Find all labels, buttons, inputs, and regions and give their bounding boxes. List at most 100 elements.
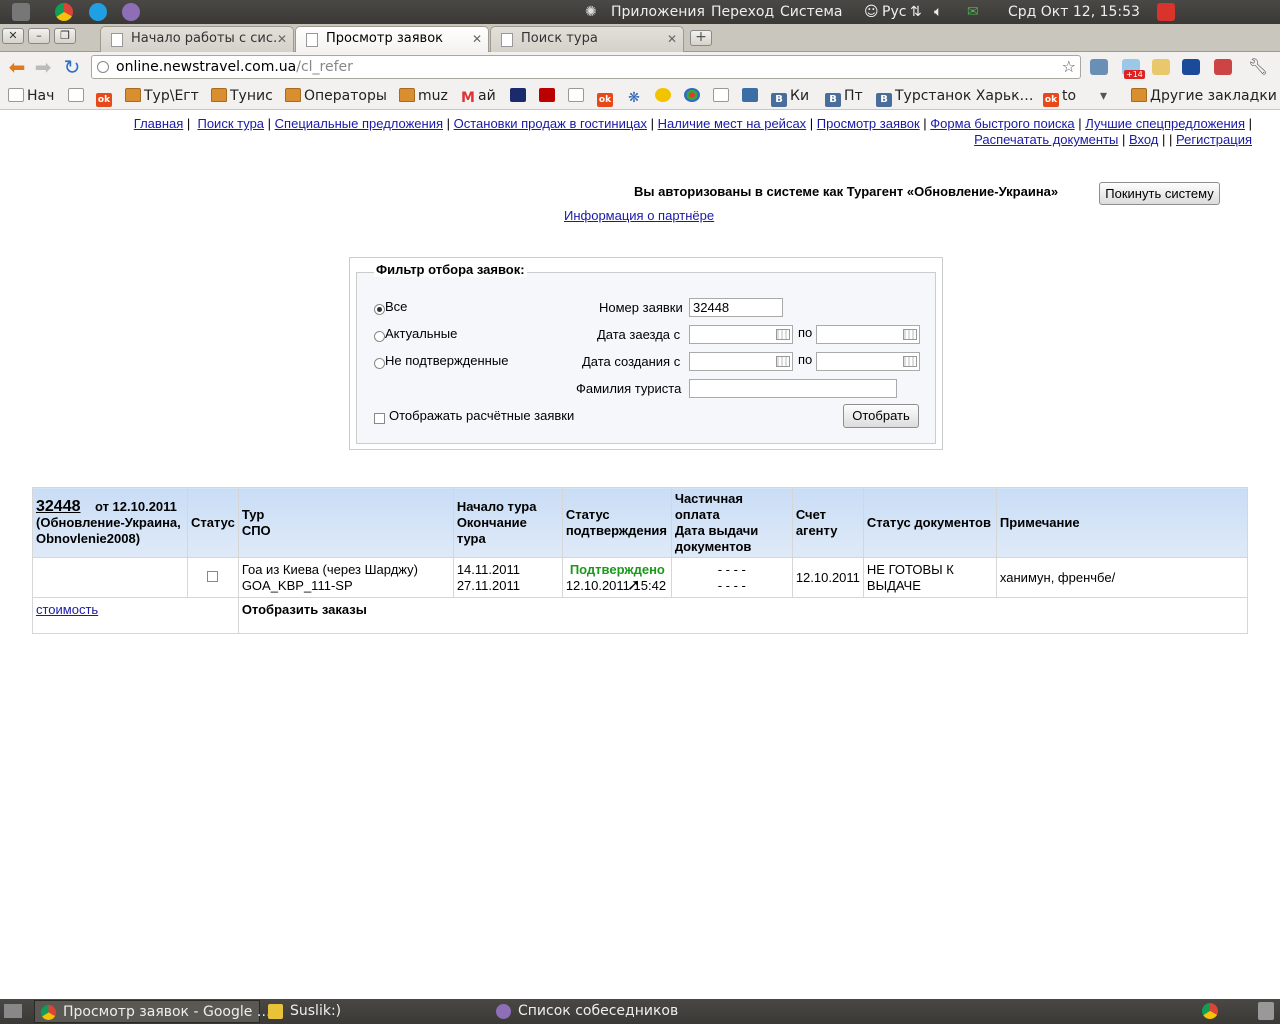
chrome-launcher-icon[interactable] bbox=[55, 3, 73, 21]
radio-all[interactable] bbox=[374, 304, 385, 315]
new-tab-button[interactable]: + bbox=[690, 30, 712, 46]
taskbar-item-chrome[interactable]: Просмотр заявок - Google … bbox=[34, 1000, 271, 1023]
bookmarks-overflow-chevron-icon[interactable]: ▾ bbox=[1100, 82, 1107, 110]
skype-launcher-icon[interactable] bbox=[89, 3, 107, 21]
bookmark-smile[interactable] bbox=[655, 82, 674, 110]
order-number-label: Номер заявки bbox=[599, 300, 683, 315]
row-status-checkbox[interactable] bbox=[207, 570, 219, 582]
volume-icon[interactable]: 🔈︎ bbox=[934, 0, 942, 24]
power-icon[interactable] bbox=[1157, 3, 1175, 21]
bookmark-ai[interactable]: Mай bbox=[461, 82, 496, 110]
tab-close-icon[interactable]: ✕ bbox=[667, 27, 677, 51]
bookmark-dots[interactable] bbox=[684, 82, 703, 110]
bookmark-ki[interactable]: B Ки bbox=[771, 82, 809, 110]
taskbar-item-buddy-list[interactable]: Список собеседников bbox=[490, 1000, 716, 1023]
bookmark-operators[interactable]: Операторы bbox=[285, 82, 387, 110]
menu-applications[interactable]: Приложения bbox=[611, 0, 705, 24]
nav-login[interactable]: Вход bbox=[1129, 132, 1158, 147]
header-partial-payment: Частичная оплата Дата выдачи документов bbox=[670, 487, 793, 558]
tab-close-icon[interactable]: ✕ bbox=[277, 27, 287, 51]
creation-date-to-input[interactable] bbox=[816, 352, 920, 371]
bookmark-pt[interactable]: B Пт bbox=[825, 82, 863, 110]
window-close-button[interactable]: ✕ bbox=[2, 28, 24, 44]
trash-icon[interactable] bbox=[1258, 1002, 1274, 1020]
nav-orders-view[interactable]: Просмотр заявок bbox=[817, 116, 920, 131]
nav-home[interactable]: Главная bbox=[134, 116, 183, 131]
nav-tour-search[interactable]: Поиск тура bbox=[197, 116, 264, 131]
logout-button[interactable]: Покинуть систему bbox=[1099, 182, 1220, 205]
nav-special-offers[interactable]: Специальные предложения bbox=[275, 116, 443, 131]
partner-info-link[interactable]: Информация о партнёре bbox=[564, 208, 714, 223]
menu-places[interactable]: Переход bbox=[711, 0, 774, 24]
nav-print-docs[interactable]: Распечатать документы bbox=[974, 132, 1118, 147]
bookmark-snow[interactable]: ❋ bbox=[626, 82, 645, 110]
cost-link[interactable]: стоимость bbox=[36, 602, 98, 617]
window-minimize-button[interactable]: – bbox=[28, 28, 50, 44]
calendar-icon[interactable] bbox=[776, 329, 790, 340]
filter-submit-button[interactable]: Отобрать bbox=[843, 404, 919, 428]
bookmark-bird[interactable] bbox=[510, 82, 529, 110]
nav-best-offers[interactable]: Лучшие спецпредложения bbox=[1085, 116, 1245, 131]
forward-arrow-icon[interactable]: ➡ bbox=[31, 56, 55, 78]
taskbar-item-suslik[interactable]: Suslik:) bbox=[262, 1000, 488, 1023]
bookmark-ok-2[interactable]: ok bbox=[597, 82, 616, 110]
tab-tour-search[interactable]: Поиск тура ✕ bbox=[490, 26, 684, 52]
bookmark-chat[interactable] bbox=[742, 82, 761, 110]
bookmark-nach[interactable]: Нач bbox=[8, 82, 54, 110]
bookmark-red[interactable] bbox=[713, 82, 732, 110]
radio-unconfirmed[interactable] bbox=[374, 358, 385, 369]
bookmark-ok[interactable]: ok bbox=[96, 82, 115, 110]
tourist-surname-input[interactable] bbox=[689, 379, 897, 398]
keyboard-layout[interactable]: Рус bbox=[882, 0, 906, 24]
tab-close-icon[interactable]: ✕ bbox=[472, 27, 482, 51]
bookmark-tunis[interactable]: Тунис bbox=[211, 82, 273, 110]
tab-orders-view[interactable]: Просмотр заявок ✕ bbox=[295, 26, 489, 53]
pidgin-launcher-icon[interactable] bbox=[122, 3, 140, 21]
extension-gallery-icon[interactable] bbox=[1152, 59, 1170, 75]
bookmark-tur-egt[interactable]: Тур\Егт bbox=[125, 82, 199, 110]
bookmark-b[interactable] bbox=[568, 82, 587, 110]
network-icon[interactable]: ⇅ bbox=[910, 0, 922, 24]
show-orders-cell[interactable]: Отобразить заказы bbox=[237, 597, 1249, 634]
arrival-to-label: по bbox=[798, 325, 813, 340]
creation-date-from-input[interactable] bbox=[689, 352, 793, 371]
calendar-icon[interactable] bbox=[903, 356, 917, 367]
calendar-icon[interactable] bbox=[776, 356, 790, 367]
show-calc-checkbox[interactable] bbox=[374, 413, 385, 424]
nav-hotel-stop-sales[interactable]: Остановки продаж в гостиницах bbox=[454, 116, 647, 131]
order-number-input[interactable]: 32448 bbox=[689, 298, 783, 317]
address-bar[interactable]: online.newstravel.com.ua/cl_refer ☆ bbox=[91, 55, 1081, 79]
clock[interactable]: Срд Окт 12, 15:53 bbox=[1008, 0, 1140, 24]
folder-icon bbox=[285, 88, 301, 102]
extension-mario-icon[interactable] bbox=[1214, 59, 1232, 75]
radio-actual[interactable] bbox=[374, 331, 385, 342]
bookmark-turstanok[interactable]: B Турстанок Харьк… bbox=[876, 82, 1034, 110]
tab-getting-started[interactable]: Начало работы с сис… ✕ bbox=[100, 26, 294, 52]
arrival-date-from-input[interactable] bbox=[689, 325, 793, 344]
arrival-date-to-input[interactable] bbox=[816, 325, 920, 344]
menu-system[interactable]: Система bbox=[780, 0, 842, 24]
mail-icon[interactable]: ✉ bbox=[967, 0, 979, 24]
nav-flight-seats[interactable]: Наличие мест на рейсах bbox=[658, 116, 807, 131]
wrench-menu-icon[interactable]: 🔧︎ bbox=[1246, 56, 1270, 78]
bookmark-page[interactable] bbox=[68, 82, 87, 110]
address-url[interactable]: online.newstravel.com.ua/cl_refer bbox=[116, 56, 353, 78]
nav-quick-search[interactable]: Форма быстрого поиска bbox=[930, 116, 1074, 131]
bookmark-other[interactable]: Другие закладки bbox=[1131, 82, 1277, 110]
calendar-icon[interactable] bbox=[903, 329, 917, 340]
order-number-link[interactable]: 32448 bbox=[36, 498, 81, 515]
window-restore-button[interactable]: ❐ bbox=[54, 28, 76, 44]
bookmark-star-icon[interactable]: ☆ bbox=[1062, 56, 1076, 78]
ubuntu-logo-icon[interactable] bbox=[12, 3, 30, 21]
nav-register[interactable]: Регистрация bbox=[1176, 132, 1252, 147]
bookmark-to[interactable]: ok to bbox=[1043, 82, 1076, 110]
extension-jira-icon[interactable] bbox=[1182, 59, 1200, 75]
folder-icon bbox=[1131, 88, 1147, 102]
bookmark-muz[interactable]: muz bbox=[399, 82, 448, 110]
extension-image-icon[interactable] bbox=[1090, 59, 1108, 75]
tray-chrome-icon[interactable] bbox=[1202, 1003, 1218, 1019]
bookmark-m[interactable] bbox=[539, 82, 558, 110]
reload-icon[interactable]: ↻ bbox=[60, 56, 84, 78]
back-arrow-icon[interactable]: ⬅ bbox=[5, 56, 29, 78]
show-desktop-icon[interactable] bbox=[4, 1004, 22, 1018]
